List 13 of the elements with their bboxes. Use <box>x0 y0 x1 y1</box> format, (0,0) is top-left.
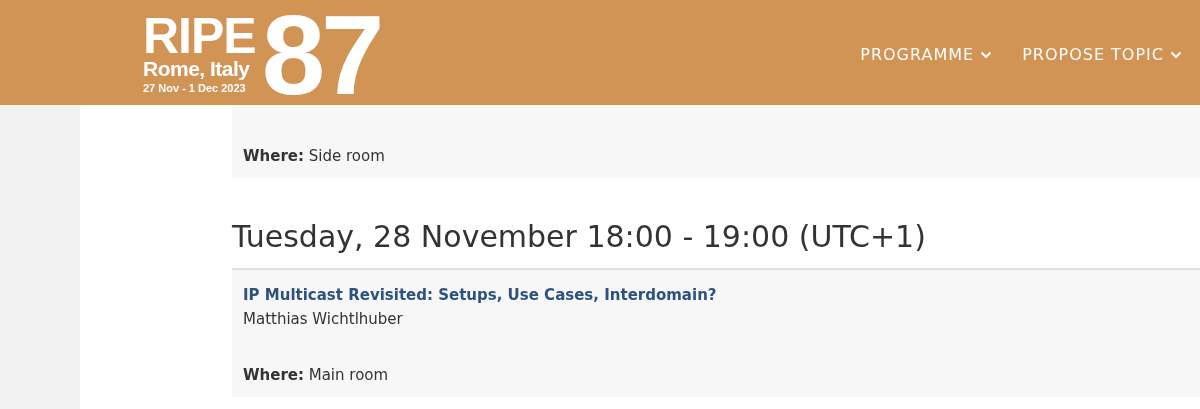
nav-link[interactable]: PROGRAMME <box>860 45 993 64</box>
logo-number: 87 <box>261 9 381 100</box>
logo-dates: 27 Nov - 1 Dec 2023 <box>143 80 247 95</box>
caret-icon <box>980 50 993 59</box>
nav-link[interactable]: PROPOSE TOPIC <box>1022 45 1182 64</box>
room-text: Where: Main room <box>243 365 390 386</box>
speaker-name: Matthias Wichtlhuber <box>243 309 404 330</box>
caret-icon <box>1170 50 1182 59</box>
room-text: Where: Side room <box>243 146 386 167</box>
session-title-link[interactable]: IP Multicast Revisited: Setups, Use Cases, Interdomain? <box>243 283 1189 307</box>
logo-name: RIPE <box>143 14 256 57</box>
day-heading: Tuesday, 28 November 18:00 - 19:00 (UTC+1) <box>232 218 927 256</box>
logo-place: Rome, Italy <box>143 56 251 81</box>
